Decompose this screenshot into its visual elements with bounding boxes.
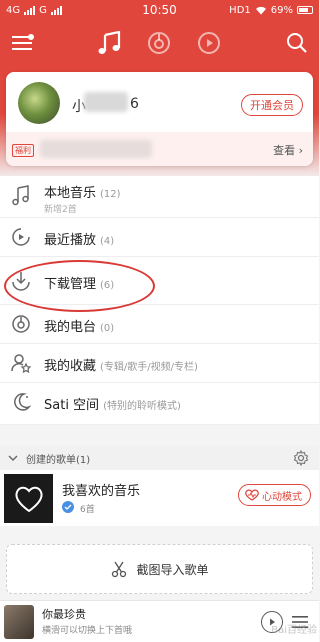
see-more-label: 查看 — [273, 144, 296, 157]
created-playlists-header[interactable]: 创建的歌单(1) — [0, 446, 319, 470]
menu-item-count: (12) — [100, 189, 121, 200]
import-playlist-button[interactable]: 截图导入歌单 — [6, 544, 313, 594]
menu-item-my-radio[interactable]: 我的电台 (0) — [0, 305, 319, 344]
user-card[interactable]: 小 6 开通会员 福利 查看 › — [6, 72, 313, 166]
heart-pulse-icon — [245, 489, 259, 501]
avatar[interactable] — [18, 82, 60, 124]
chevron-right-icon: › — [298, 144, 303, 157]
chevron-down-icon[interactable] — [8, 453, 18, 463]
heart-mode-label: 心动模式 — [262, 491, 302, 503]
music-icon[interactable] — [95, 28, 125, 58]
promo-text-blurred — [40, 140, 152, 158]
network-label: 4G — [6, 4, 21, 16]
import-label: 截图导入歌单 — [136, 562, 209, 577]
menu-item-count: (特别的聆听模式) — [103, 401, 181, 412]
gear-icon[interactable] — [293, 450, 309, 466]
mini-player[interactable]: 你最珍贵 横滑可以切换上下首哦 Bai百经验 — [0, 600, 319, 642]
menu-item-recent-play[interactable]: 最近播放 (4) — [0, 218, 319, 257]
menu-item-count: (专辑/歌手/视频/专栏) — [100, 362, 198, 373]
music-note-icon — [12, 185, 29, 206]
app-header — [0, 20, 319, 70]
network-label-2: G — [39, 4, 47, 16]
favorite-user-icon — [11, 354, 32, 374]
radio-disc-icon[interactable] — [144, 28, 174, 58]
menu-item-count: (0) — [100, 323, 115, 334]
recent-play-icon — [12, 228, 30, 246]
username-blurred — [84, 92, 128, 112]
menu-item-title: Sati 空间 — [44, 398, 100, 413]
signal-icon-2 — [50, 5, 62, 15]
menu-list: 本地音乐 (12) 新增2首 最近播放 (4) 下载管理 (6) 我的电台 (0) 我的… — [0, 176, 319, 425]
video-icon[interactable] — [194, 28, 224, 58]
now-playing-title: 你最珍贵 — [42, 608, 86, 621]
downloaded-check-icon — [62, 501, 74, 513]
now-playing-hint: 横滑可以切换上下首哦 — [42, 626, 133, 636]
section-title: 创建的歌单(1) — [26, 454, 91, 466]
menu-item-count: (4) — [100, 236, 115, 247]
battery-percent: 69% — [270, 4, 293, 16]
hd-label: HD1 — [229, 4, 251, 16]
signal-icon — [24, 5, 36, 15]
wifi-icon — [255, 6, 266, 14]
menu-item-title: 本地音乐 — [44, 186, 97, 201]
menu-item-favorites[interactable]: 我的收藏 (专辑/歌手/视频/专栏) — [0, 344, 319, 383]
menu-item-count: (6) — [100, 280, 115, 291]
search-icon[interactable] — [282, 28, 312, 58]
promo-strip[interactable]: 福利 查看 › — [6, 132, 313, 166]
menu-item-title: 最近播放 — [44, 233, 97, 248]
playlist-title: 我喜欢的音乐 — [62, 484, 141, 499]
scissors-icon — [112, 561, 127, 578]
menu-icon[interactable] — [8, 28, 38, 58]
moon-icon — [14, 393, 32, 411]
menu-item-title: 我的电台 — [44, 320, 97, 335]
download-icon — [12, 272, 30, 291]
fuli-badge: 福利 — [12, 144, 34, 157]
status-bar: 4G G 10:50 HD1 69% — [0, 0, 319, 20]
watermark: Bai百经验 — [271, 625, 317, 636]
vip-button[interactable]: 开通会员 — [241, 94, 303, 116]
username-end: 6 — [130, 96, 139, 112]
menu-item-sati[interactable]: Sati 空间 (特别的聆听模式) — [0, 383, 319, 425]
now-playing-cover[interactable] — [4, 605, 34, 639]
playlist-row[interactable]: 我喜欢的音乐 6首 心动模式 — [0, 470, 319, 526]
battery-icon — [297, 6, 313, 14]
heart-icon — [14, 486, 43, 512]
playlist-cover — [4, 474, 53, 523]
heart-mode-button[interactable]: 心动模式 — [238, 484, 311, 506]
menu-item-sub: 新增2首 — [44, 205, 77, 215]
see-more-link[interactable]: 查看 › — [273, 142, 303, 158]
menu-item-title: 我的收藏 — [44, 359, 97, 374]
playlist-count: 6首 — [80, 505, 95, 515]
menu-item-title: 下载管理 — [44, 277, 97, 292]
menu-item-download[interactable]: 下载管理 (6) — [0, 257, 319, 305]
radio-icon — [12, 315, 30, 333]
menu-item-local-music[interactable]: 本地音乐 (12) 新增2首 — [0, 176, 319, 218]
